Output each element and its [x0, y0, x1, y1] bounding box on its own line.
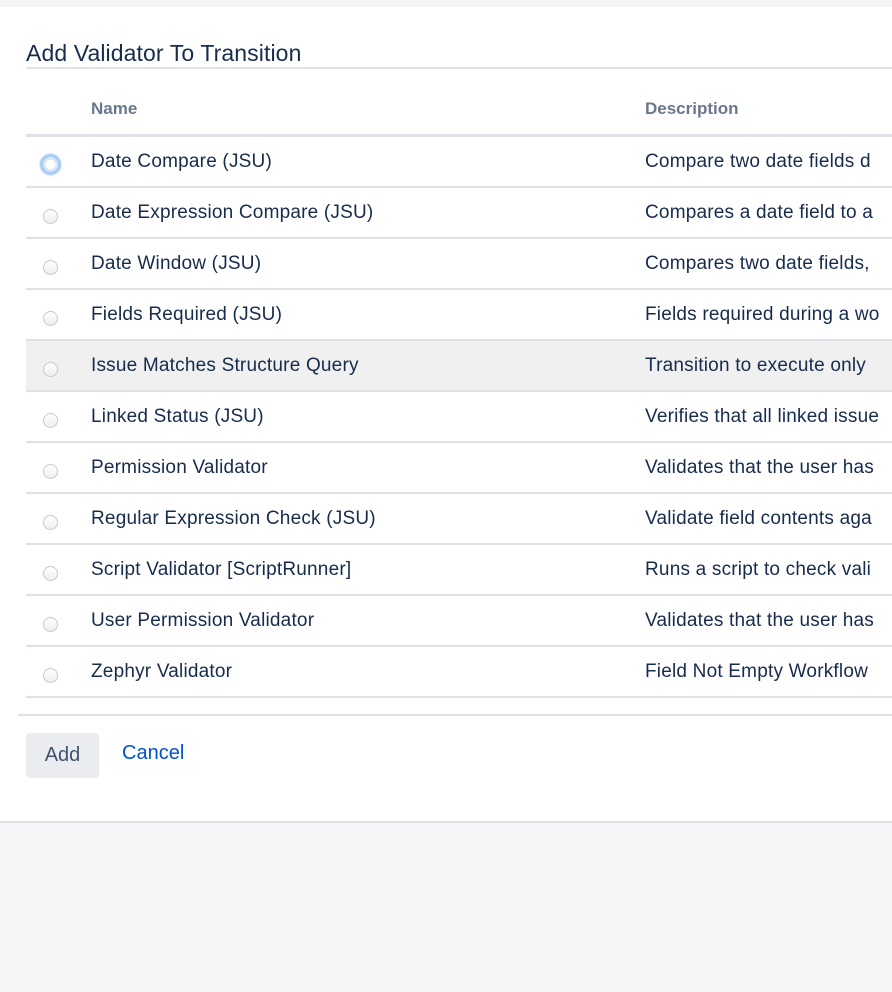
validator-description: Verifies that all linked issue — [645, 406, 880, 427]
table-row[interactable]: Permission Validator Validates that the u… — [26, 443, 892, 494]
validator-name: Date Expression Compare (JSU) — [91, 202, 374, 223]
dialog-panel: Add Validator To Transition Name Descrip… — [0, 7, 892, 823]
validator-name: User Permission Validator — [91, 610, 315, 631]
column-header-description: Description — [645, 99, 739, 118]
table-header: Name Description — [26, 69, 892, 136]
validator-radio[interactable] — [43, 413, 58, 428]
validator-radio[interactable] — [43, 362, 58, 377]
validator-description: Fields required during a wo — [645, 304, 880, 325]
validator-description: Validates that the user has — [645, 610, 874, 631]
cancel-link[interactable]: Cancel — [122, 742, 184, 765]
validator-name: Fields Required (JSU) — [91, 304, 283, 325]
validator-description: Field Not Empty Workflow — [645, 661, 869, 682]
validator-name: Date Window (JSU) — [91, 253, 262, 274]
validator-description: Compare two date fields d — [645, 151, 871, 172]
column-header-name: Name — [91, 99, 138, 118]
table-row[interactable]: Script Validator [ScriptRunner] Runs a sc… — [26, 545, 892, 596]
table-row[interactable]: Regular Expression Check (JSU) Validate f… — [26, 494, 892, 545]
validator-radio[interactable] — [43, 515, 58, 530]
table-row[interactable]: Date Window (JSU) Compares two date field… — [26, 239, 892, 290]
validator-name: Permission Validator — [91, 457, 268, 478]
validator-radio[interactable] — [43, 260, 58, 275]
table-row[interactable]: User Permission Validator Validates that … — [26, 596, 892, 647]
validator-list: Date Compare (JSU) Compare two date field… — [26, 137, 892, 698]
validator-radio[interactable] — [43, 311, 58, 326]
table-row[interactable]: Date Compare (JSU) Compare two date field… — [26, 137, 892, 188]
validator-description: Compares a date field to a — [645, 202, 874, 223]
table-row[interactable]: Linked Status (JSU) Verifies that all lin… — [26, 392, 892, 443]
validator-name: Regular Expression Check (JSU) — [91, 508, 376, 529]
validator-radio[interactable] — [43, 668, 58, 683]
validator-radio[interactable] — [40, 154, 61, 175]
validator-name: Date Compare (JSU) — [91, 151, 272, 172]
table-row[interactable]: Fields Required (JSU) Fields required dur… — [26, 290, 892, 341]
table-row[interactable]: Zephyr Validator Field Not Empty Workflow — [26, 647, 892, 698]
dialog-title: Add Validator To Transition — [26, 40, 302, 66]
validator-radio[interactable] — [43, 566, 58, 581]
top-strip — [0, 0, 892, 7]
validator-radio[interactable] — [43, 209, 58, 224]
table-row[interactable]: Issue Matches Structure Query Transition … — [26, 341, 892, 392]
validator-name: Script Validator [ScriptRunner] — [91, 559, 352, 580]
validator-description: Compares two date fields, — [645, 253, 870, 274]
table-row[interactable]: Date Expression Compare (JSU) Compares a … — [26, 188, 892, 239]
validator-name: Issue Matches Structure Query — [91, 355, 359, 376]
validator-name: Linked Status (JSU) — [91, 406, 264, 427]
validator-description: Transition to execute only — [645, 355, 867, 376]
validator-description: Runs a script to check vali — [645, 559, 872, 580]
validator-radio[interactable] — [43, 617, 58, 632]
add-button[interactable]: Add — [26, 733, 99, 778]
validator-name: Zephyr Validator — [91, 661, 233, 682]
validator-radio[interactable] — [43, 464, 58, 479]
validator-description: Validate field contents aga — [645, 508, 872, 529]
footer-divider — [18, 714, 892, 716]
validator-description: Validates that the user has — [645, 457, 874, 478]
